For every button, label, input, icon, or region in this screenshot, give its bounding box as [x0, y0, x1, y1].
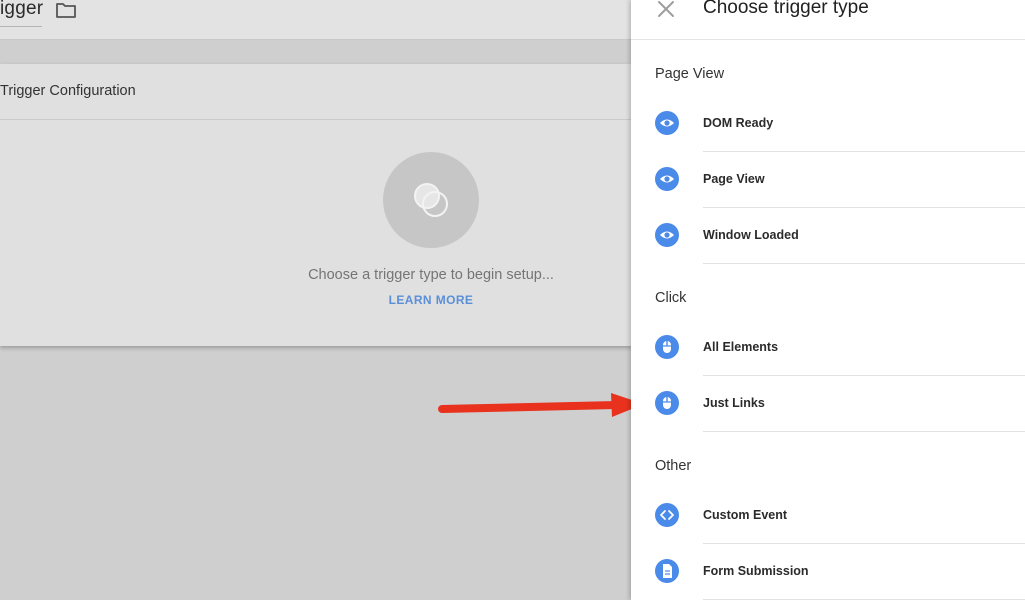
eye-icon	[655, 223, 679, 247]
folder-icon[interactable]	[55, 1, 77, 19]
trigger-item-window-loaded[interactable]: Window Loaded	[631, 208, 1025, 264]
divider	[703, 431, 1025, 432]
panel-header: Choose trigger type	[631, 0, 1025, 40]
trigger-item-label: Page View	[703, 172, 765, 186]
editor-topbar: igger	[0, 0, 632, 40]
trigger-item-label: Custom Event	[703, 508, 788, 522]
divider	[0, 119, 632, 120]
eye-icon	[655, 111, 679, 135]
panel-title: Choose trigger type	[703, 0, 869, 18]
divider	[703, 263, 1025, 264]
trigger-item-page-view[interactable]: Page View	[631, 152, 1025, 208]
section-title-page-view: Page View	[655, 66, 725, 82]
trigger-item-label: Form Submission	[703, 564, 809, 578]
trigger-item-label: All Elements	[703, 340, 779, 354]
mouse-icon	[655, 391, 679, 415]
code-icon	[655, 503, 679, 527]
trigger-item-label: Just Links	[703, 396, 765, 410]
red-arrow-annotation	[438, 393, 644, 417]
trigger-name-underline	[0, 26, 42, 27]
trigger-item-form-submission[interactable]: Form Submission	[631, 544, 1025, 600]
close-icon[interactable]	[657, 0, 675, 18]
trigger-item-custom-event[interactable]: Custom Event	[631, 488, 1025, 544]
trigger-item-just-links[interactable]: Just Links	[631, 376, 1025, 432]
mouse-icon	[655, 335, 679, 359]
section-title-click: Click	[655, 290, 687, 306]
eye-icon	[655, 167, 679, 191]
trigger-item-all-elements[interactable]: All Elements	[631, 320, 1025, 376]
trigger-item-label: DOM Ready	[703, 116, 774, 130]
trigger-item-label: Window Loaded	[703, 228, 799, 242]
document-icon	[655, 559, 679, 583]
section-title-other: Other	[655, 458, 692, 474]
trigger-rings-icon	[414, 183, 448, 217]
trigger-name[interactable]: igger	[0, 0, 43, 20]
trigger-configuration-card: Trigger Configuration Choose a trigger t…	[0, 64, 632, 346]
config-title: Trigger Configuration	[0, 83, 136, 99]
trigger-item-dom-ready[interactable]: DOM Ready	[631, 96, 1025, 152]
trigger-placeholder-button[interactable]	[383, 152, 479, 248]
choose-trigger-type-panel: Choose trigger type Page View DOM Ready …	[631, 0, 1025, 600]
